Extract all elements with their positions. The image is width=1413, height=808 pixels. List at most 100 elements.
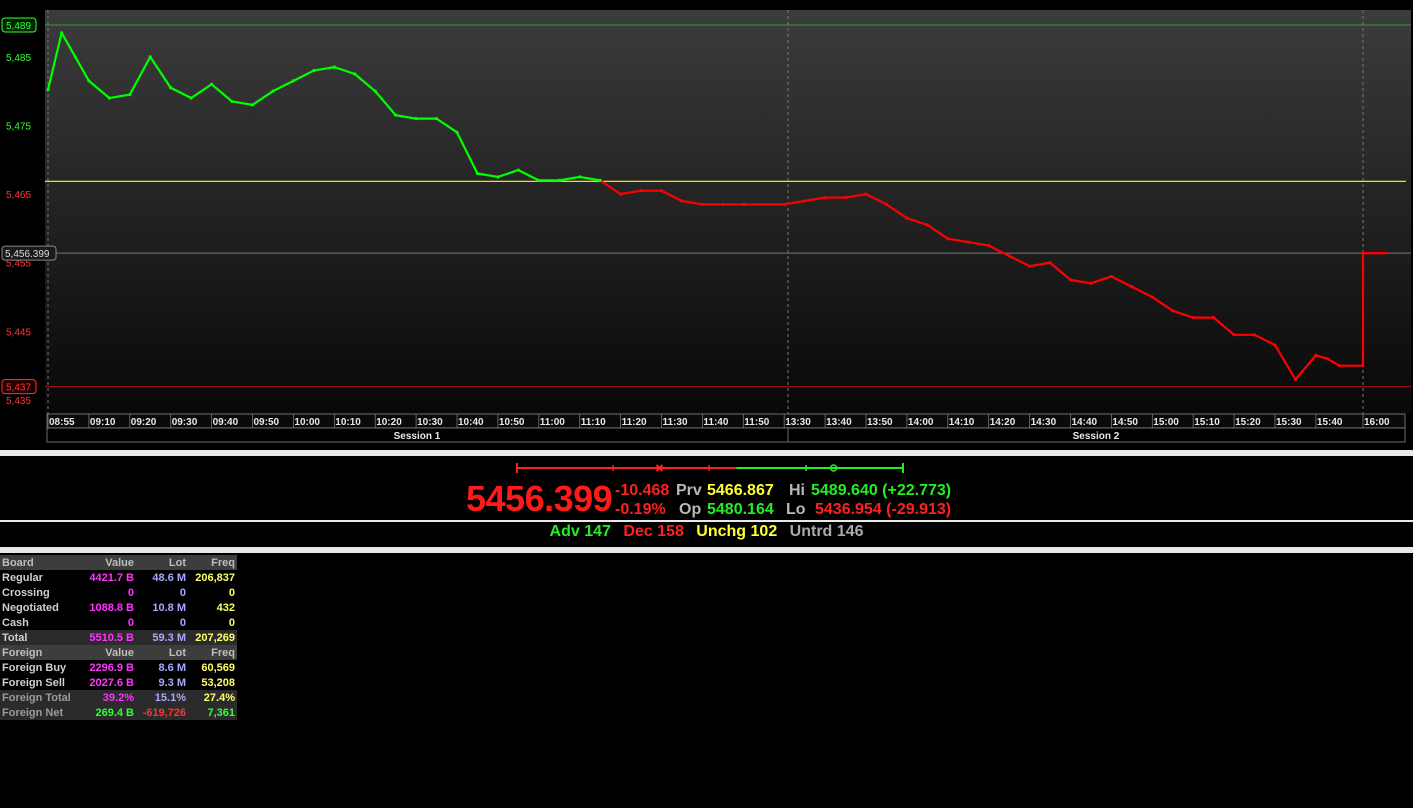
price-point — [1191, 316, 1195, 320]
x-axis-tick-label: 09:30 — [172, 417, 198, 428]
decliners-count: Dec 158 — [623, 523, 684, 540]
board-name: Total — [0, 630, 86, 645]
price-point — [987, 243, 991, 248]
board-value: 5510.5 B — [86, 630, 136, 645]
x-axis-tick-label: 15:30 — [1276, 417, 1302, 428]
foreign-freq: 7,361 — [188, 705, 237, 720]
price-point — [1314, 353, 1318, 357]
x-axis-tick-label: 09:40 — [213, 417, 239, 428]
column-header: Freq — [188, 645, 237, 660]
price-point — [1089, 281, 1093, 285]
board-lot: 0 — [179, 616, 186, 629]
x-axis-tick-label: 15:00 — [1153, 417, 1179, 428]
y-axis-tick-label: 5,465 — [6, 190, 31, 201]
price-point — [680, 199, 684, 203]
price-point — [210, 82, 214, 86]
column-header: Value — [86, 645, 136, 660]
x-axis-tick-label: 09:10 — [90, 417, 116, 428]
price-point — [946, 237, 950, 241]
price-point — [475, 171, 480, 176]
price-point — [189, 96, 193, 100]
price-point — [843, 195, 848, 200]
foreign-value: 269.4 B — [86, 705, 136, 720]
board-freq: 207,269 — [188, 630, 237, 645]
x-axis-tick-label: 09:50 — [254, 417, 280, 428]
price-point — [700, 202, 705, 207]
board-summary-table: Board Value Lot Freq Regular 4421.7 B 48… — [0, 555, 237, 720]
x-axis-tick-label: 15:40 — [1317, 417, 1343, 428]
price-point — [1252, 333, 1257, 337]
board-name: Crossing — [2, 586, 50, 599]
price-point — [864, 192, 868, 196]
price-point — [1326, 357, 1330, 361]
low-value: 5436.954 (-29.913) — [815, 501, 952, 518]
foreign-name: Foreign Total — [0, 690, 86, 705]
session-label: Session 1 — [394, 431, 441, 442]
price-point — [721, 202, 725, 207]
low-label: Lo — [786, 501, 806, 518]
price-point — [1361, 251, 1365, 255]
price-point — [46, 88, 50, 92]
price-point — [1028, 264, 1032, 268]
breadth-divider — [0, 547, 1413, 553]
last-price-tick-label: 5,456.399 — [5, 249, 50, 260]
price-point — [1068, 278, 1073, 282]
price-point — [1007, 254, 1011, 258]
price-point — [271, 89, 275, 93]
last-price: 5456.399 — [466, 478, 613, 519]
table-row: Regular 4421.7 B 48.6 M 206,837 — [0, 570, 237, 585]
price-point — [455, 130, 459, 134]
price-point — [291, 79, 295, 83]
board-value: 1088.8 B — [89, 601, 134, 614]
board-value: 0 — [127, 616, 134, 629]
x-axis-tick-label: 14:10 — [949, 417, 975, 428]
price-point — [823, 195, 827, 200]
unchanged-count: Unchg 102 — [696, 523, 778, 540]
table-row-total: Foreign Net 269.4 B -619,726 7,361 — [0, 705, 237, 720]
price-point — [884, 202, 889, 207]
x-axis-tick-label: 15:10 — [1194, 417, 1220, 428]
board-name: Regular — [2, 571, 43, 584]
foreign-lot: 15.1% — [136, 690, 188, 705]
table-row-total: Foreign Total 39.2% 15.1% 27.4% — [0, 690, 237, 705]
price-point — [966, 240, 970, 244]
market-breadth: Adv 147 Dec 158 Unchg 102 Untrd 146 — [0, 523, 1413, 545]
foreign-lot: 9.3 M — [158, 676, 186, 689]
x-axis-tick-label: 14:40 — [1072, 417, 1098, 428]
x-axis-tick-label: 10:50 — [499, 417, 525, 428]
x-axis-tick-label: 13:40 — [826, 417, 852, 428]
price-point — [230, 99, 234, 104]
column-header: Freq — [188, 555, 237, 570]
high-label: Hi — [789, 482, 805, 499]
price-point — [148, 55, 152, 59]
index-intraday-chart[interactable]: 5,489 5,485 5,475 5,465 5,455 5,445 5,437 5,435… — [0, 0, 1413, 447]
table-row: Foreign Buy 2296.9 B 8.6 M 60,569 — [0, 660, 237, 675]
table-header-row: Board Value Lot Freq — [0, 555, 237, 570]
x-axis-tick-label: 10:40 — [458, 417, 484, 428]
foreign-lot: -619,726 — [136, 705, 188, 720]
price-point — [782, 202, 786, 207]
column-header: Foreign — [0, 645, 86, 660]
x-axis-tick-label: 09:20 — [131, 417, 157, 428]
foreign-name: Foreign Buy — [2, 661, 67, 674]
table-row-total: Total 5510.5 B 59.3 M 207,269 — [0, 630, 237, 645]
high-value: 5489.640 (+22.773) — [811, 482, 952, 499]
x-axis-tick-label: 11:40 — [703, 417, 728, 428]
price-point — [803, 199, 807, 203]
x-axis-tick-label: 10:10 — [335, 417, 361, 428]
price-point — [925, 223, 929, 227]
price-point — [578, 175, 582, 179]
board-lot: 48.6 M — [152, 571, 186, 584]
table-row: Crossing 0 0 0 — [0, 585, 237, 600]
foreign-name: Foreign Sell — [2, 676, 65, 689]
price-point — [1130, 285, 1134, 289]
price-point — [1150, 295, 1154, 299]
table-row: Negotiated 1088.8 B 10.8 M 432 — [0, 600, 237, 615]
advancers-count: Adv 147 — [549, 523, 611, 540]
x-axis-tick-label: 13:30 — [785, 417, 811, 428]
summary-divider — [0, 520, 1413, 522]
foreign-lot: 8.6 M — [158, 661, 186, 674]
price-point — [312, 68, 316, 73]
table-row: Foreign Sell 2027.6 B 9.3 M 53,208 — [0, 675, 237, 690]
price-chart-svg[interactable]: 5,4895,4855,4755,4655,4555,4455,4375,435… — [0, 0, 1413, 447]
